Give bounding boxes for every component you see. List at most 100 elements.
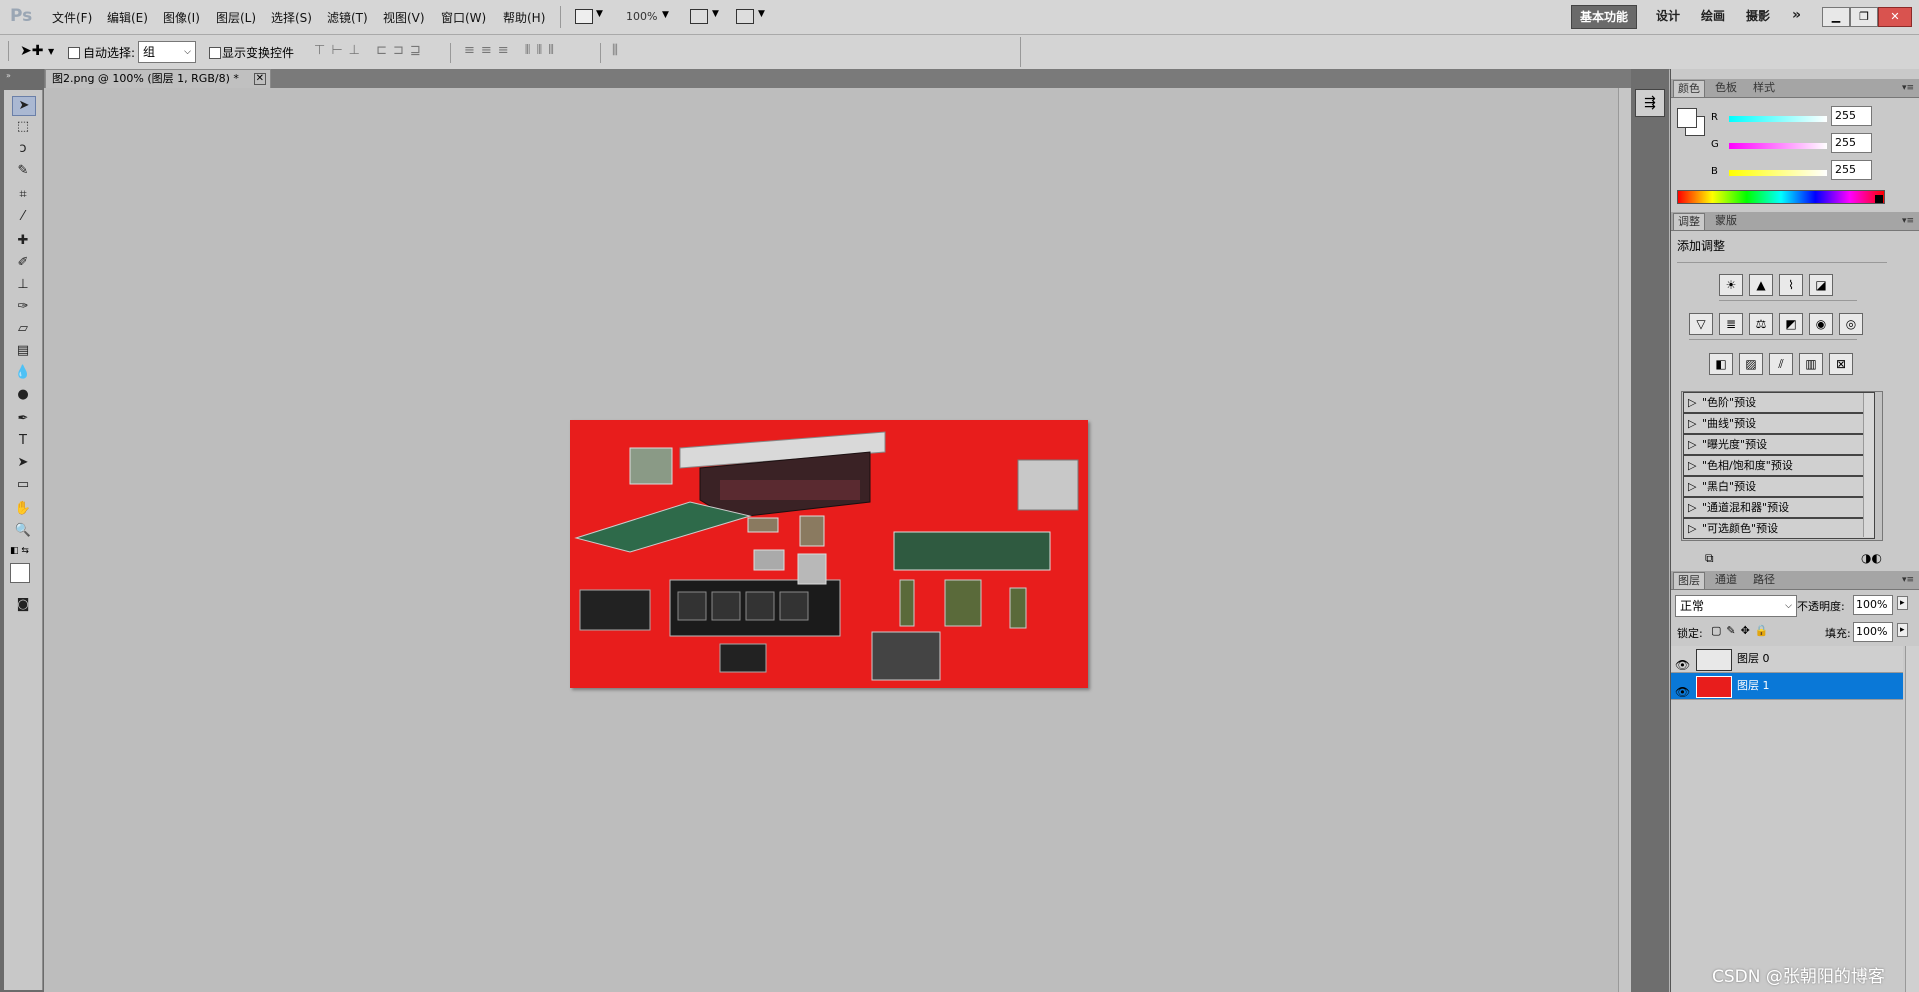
eyedropper-tool-icon[interactable]: ⁄ (12, 208, 34, 226)
opacity-arrow-icon[interactable]: ▸ (1897, 596, 1908, 610)
fill-input[interactable]: 100% (1853, 622, 1893, 642)
menu-filter[interactable]: 滤镜(T) (327, 9, 368, 26)
color-spectrum-ramp[interactable] (1677, 190, 1885, 204)
path-select-tool-icon[interactable]: ➤ (12, 454, 34, 472)
layers-scrollbar[interactable] (1905, 646, 1919, 992)
workspace-photography[interactable]: 摄影 (1738, 5, 1778, 27)
chevron-down-icon[interactable]: ▼ (48, 47, 54, 56)
default-colors-icon[interactable]: ◧ ⇆ (10, 546, 29, 556)
menu-select[interactable]: 选择(S) (271, 9, 312, 26)
menu-help[interactable]: 帮助(H) (503, 9, 545, 26)
history-icon[interactable]: ⇶ (1635, 89, 1665, 117)
curves-icon[interactable]: ⌇ (1779, 274, 1803, 296)
preset-levels[interactable]: ▷ "色阶"预设 (1683, 392, 1875, 413)
menu-file[interactable]: 文件(F) (52, 9, 92, 26)
layer-row[interactable]: 👁 图层 0 (1671, 646, 1903, 673)
spectrum-black-swatch[interactable] (1875, 195, 1883, 203)
clone-stamp-tool-icon[interactable]: ⊥ (12, 276, 34, 294)
fill-arrow-icon[interactable]: ▸ (1897, 623, 1908, 637)
channel-r-slider[interactable] (1729, 116, 1827, 122)
brightness-icon[interactable]: ☀ (1719, 274, 1743, 296)
crop-tool-icon[interactable]: ⌗ (12, 186, 34, 204)
expand-icon[interactable]: » (6, 71, 11, 80)
channel-mixer-icon[interactable]: ◎ (1839, 313, 1863, 335)
tab-layers[interactable]: 图层 (1673, 572, 1705, 589)
channel-b-input[interactable]: 255 (1831, 160, 1872, 180)
adjust-options-icon[interactable]: ◑◐ (1861, 551, 1882, 565)
menu-window[interactable]: 窗口(W) (441, 9, 486, 26)
healing-brush-tool-icon[interactable]: ✚ (12, 232, 34, 250)
panel-menu-icon[interactable]: ▾≡ (1898, 213, 1918, 229)
quick-select-tool-icon[interactable]: ✎ (12, 162, 34, 180)
zoom-dropdown-icon[interactable]: ▼ (662, 10, 669, 20)
brush-tool-icon[interactable]: ✐ (12, 254, 34, 272)
tab-swatches[interactable]: 色板 (1711, 80, 1741, 96)
workspace-painting[interactable]: 绘画 (1693, 5, 1733, 27)
channel-r-input[interactable]: 255 (1831, 106, 1872, 126)
preset-curves[interactable]: ▷ "曲线"预设 (1683, 413, 1875, 434)
invert-icon[interactable]: ◧ (1709, 353, 1733, 375)
tab-masks[interactable]: 蒙版 (1711, 213, 1741, 229)
color-balance-icon[interactable]: ⚖ (1749, 313, 1773, 335)
eraser-tool-icon[interactable]: ▱ (12, 320, 34, 338)
layer-row-selected[interactable]: 👁 图层 1 (1671, 673, 1903, 700)
exposure-icon[interactable]: ◪ (1809, 274, 1833, 296)
tab-styles[interactable]: 样式 (1749, 80, 1779, 96)
auto-align-icon[interactable]: ⫼ (612, 43, 618, 58)
pen-tool-icon[interactable]: ✒ (12, 410, 34, 428)
shape-tool-icon[interactable]: ▭ (12, 476, 34, 494)
lasso-tool-icon[interactable]: ↄ (12, 140, 34, 158)
tab-channels[interactable]: 通道 (1711, 572, 1741, 588)
menu-image[interactable]: 图像(I) (163, 9, 200, 26)
close-button[interactable]: ✕ (1878, 7, 1912, 27)
vibrance-icon[interactable]: ▽ (1689, 313, 1713, 335)
panel-menu-icon[interactable]: ▾≡ (1898, 80, 1918, 96)
auto-select-checkbox[interactable] (68, 45, 83, 59)
quick-mask-icon[interactable]: ◙ (12, 596, 34, 614)
menu-view[interactable]: 视图(V) (383, 9, 425, 26)
channel-g-slider[interactable] (1729, 143, 1827, 149)
zoom-level[interactable]: 100% (626, 10, 657, 23)
posterize-icon[interactable]: ▨ (1739, 353, 1763, 375)
eye-icon[interactable]: 👁 (1675, 679, 1690, 705)
menu-layer[interactable]: 图层(L) (216, 9, 256, 26)
lock-icons[interactable]: ▢✎✥🔒 (1711, 624, 1774, 637)
channel-b-slider[interactable] (1729, 170, 1827, 176)
gradient-map-icon[interactable]: ▥ (1799, 353, 1823, 375)
dodge-tool-icon[interactable]: ● (12, 386, 34, 404)
hue-saturation-icon[interactable]: ≣ (1719, 313, 1743, 335)
black-white-icon[interactable]: ◩ (1779, 313, 1803, 335)
tab-color[interactable]: 颜色 (1673, 80, 1705, 97)
vertical-scrollbar[interactable] (1618, 88, 1631, 992)
channel-g-input[interactable]: 255 (1831, 133, 1872, 153)
marquee-tool-icon[interactable]: ⬚ (12, 118, 34, 136)
clip-layer-icon[interactable]: ⧉ (1705, 551, 1714, 566)
align-icons[interactable]: ⊤⊢⊥ ⊏⊐⊒ (314, 43, 427, 58)
opacity-input[interactable]: 100% (1853, 595, 1893, 615)
blend-mode-dropdown[interactable]: 正常 ⌵ (1675, 595, 1797, 617)
threshold-icon[interactable]: ⫽ (1769, 353, 1793, 375)
document-image[interactable] (570, 420, 1088, 688)
tab-paths[interactable]: 路径 (1749, 572, 1779, 588)
close-tab-icon[interactable]: ✕ (253, 73, 266, 85)
presets-scrollbar[interactable] (1863, 393, 1874, 537)
move-tool-icon[interactable]: ➤ (12, 96, 36, 116)
document-tab[interactable]: 图2.png @ 100% (图层 1, RGB/8) * ✕ (45, 69, 271, 88)
auto-select-dropdown[interactable]: 组 ⌵ (138, 41, 196, 63)
workspace-essentials[interactable]: 基本功能 (1571, 5, 1638, 29)
gradient-tool-icon[interactable]: ▤ (12, 342, 34, 360)
distribute-icons[interactable]: ≡≡≡ ⦀⦀⦀ (464, 43, 560, 58)
hand-tool-icon[interactable]: ✋ (12, 500, 34, 518)
blur-tool-icon[interactable]: 💧 (12, 364, 34, 382)
preset-selective-color[interactable]: ▷ "可选颜色"预设 (1683, 518, 1875, 539)
foreground-color-swatch[interactable] (10, 563, 30, 583)
move-tool-icon[interactable]: ➤✚ (20, 43, 43, 59)
tab-adjustments[interactable]: 调整 (1673, 213, 1705, 230)
screen-mode-icon[interactable] (736, 9, 754, 24)
color-fg-swatch[interactable] (1677, 108, 1697, 128)
history-brush-tool-icon[interactable]: ✑ (12, 298, 34, 316)
photo-filter-icon[interactable]: ◉ (1809, 313, 1833, 335)
panel-menu-icon[interactable]: ▾≡ (1898, 572, 1918, 588)
levels-icon[interactable]: ▲ (1749, 274, 1773, 296)
workspace-design[interactable]: 设计 (1648, 5, 1688, 27)
